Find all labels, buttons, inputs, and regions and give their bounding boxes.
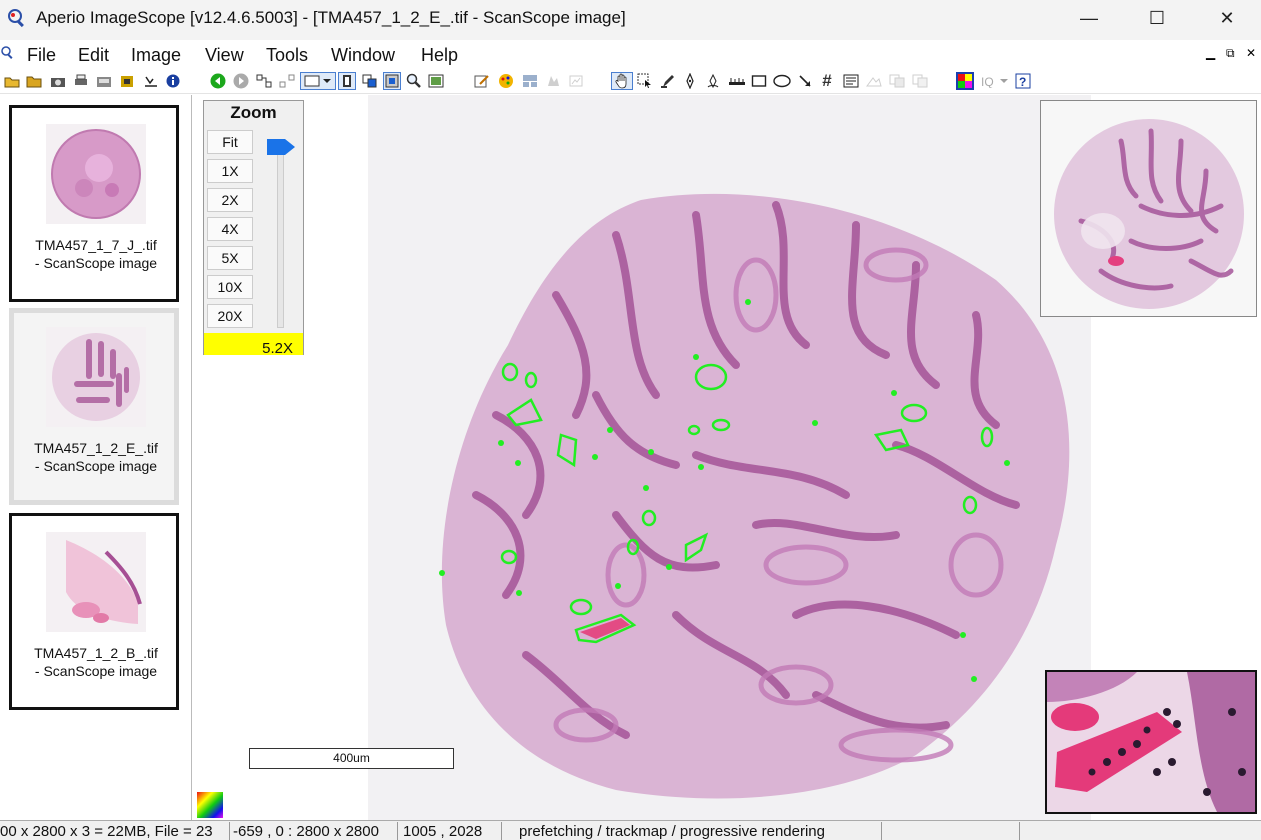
link-icon[interactable] (255, 72, 273, 90)
thumbnail-image-1 (46, 124, 146, 224)
minimize-icon: — (1080, 7, 1098, 28)
status-view-region: -659 , 0 : 2800 x 2800 (230, 822, 398, 840)
overview-panel[interactable] (1040, 100, 1257, 317)
iq-icon[interactable]: IQ (980, 72, 1010, 90)
palette-icon[interactable] (497, 72, 515, 90)
disabled-icon-5 (911, 72, 929, 90)
grid-icon[interactable] (521, 72, 539, 90)
menu-bar: File Edit Image View Tools Window Help ▁… (0, 40, 1261, 70)
zoom-20x-button[interactable]: 20X (207, 304, 253, 328)
unlink-icon[interactable] (278, 72, 296, 90)
zoom-panel: Zoom Fit 1X 2X 4X 5X 10X 20X 5.2X (203, 100, 304, 355)
title-bar: Aperio ImageScope [v12.4.6.5003] - [TMA4… (0, 0, 1261, 40)
thumbnail-label-2: TMA457_1_2_E_.tif - ScanScope image (34, 440, 158, 474)
maximize-icon: ☐ (1148, 7, 1166, 28)
zoom-1x-button[interactable]: 1X (207, 159, 253, 183)
menu-image[interactable]: Image (131, 45, 181, 66)
magnifier-image (1047, 672, 1255, 812)
tile-icon[interactable] (361, 72, 379, 90)
select-region-icon[interactable] (300, 72, 336, 90)
forward-icon[interactable] (232, 72, 250, 90)
view-icon[interactable] (427, 72, 445, 90)
arrow-icon[interactable] (796, 72, 814, 90)
zoom-title: Zoom (230, 103, 277, 122)
camera-icon[interactable] (49, 72, 67, 90)
zoom-2x-button[interactable]: 2X (207, 188, 253, 212)
status-rendering-state: prefetching / trackmap / progressive ren… (502, 822, 882, 840)
info-icon[interactable] (164, 72, 182, 90)
print-icon[interactable] (72, 72, 90, 90)
thumbnail-label-3: TMA457_1_2_B_.tif - ScanScope image (34, 645, 158, 679)
application-window: Aperio ImageScope [v12.4.6.5003] - [TMA4… (0, 0, 1261, 840)
copy-view-icon[interactable] (383, 72, 401, 90)
maximize-button[interactable]: ☐ (1122, 0, 1192, 36)
help-icon[interactable]: ? (1014, 72, 1032, 90)
disabled-icon-2 (567, 72, 585, 90)
zoom-slider-thumb[interactable] (267, 139, 295, 155)
zoom-fit-button[interactable]: Fit (207, 130, 253, 154)
close-button[interactable]: ✕ (1192, 0, 1261, 36)
disabled-icon-3 (865, 72, 883, 90)
open-icon[interactable] (3, 72, 21, 90)
scale-bar: 400um (249, 748, 454, 769)
ellipse-icon[interactable] (773, 72, 791, 90)
mdi-restore-button[interactable]: ⧉ (1226, 46, 1235, 61)
menu-window[interactable]: Window (331, 45, 395, 66)
settings-icon[interactable] (118, 72, 136, 90)
back-icon[interactable] (209, 72, 227, 90)
zoom-level-indicator: 5.2X (204, 333, 303, 355)
close-icon: ✕ (1219, 7, 1235, 28)
mdi-close-button[interactable]: ✕ (1246, 46, 1256, 60)
status-empty-cell (882, 822, 1020, 840)
zoom-5x-button[interactable]: 5X (207, 246, 253, 270)
zoom-icon[interactable] (405, 72, 423, 90)
pan-icon[interactable] (611, 72, 633, 90)
status-bar: 00 x 2800 x 3 = 22MB, File = 23 -659 , 0… (0, 820, 1261, 840)
export-icon[interactable] (95, 72, 113, 90)
color-swatch (197, 792, 223, 818)
hash-icon[interactable]: # (818, 71, 836, 90)
disabled-icon-1 (544, 72, 562, 90)
zoom-4x-button[interactable]: 4X (207, 217, 253, 241)
svg-text:IQ: IQ (981, 75, 994, 88)
fullscreen-icon[interactable] (338, 72, 356, 90)
text-icon[interactable] (842, 72, 860, 90)
minimize-button[interactable]: — (1054, 0, 1124, 36)
menu-help[interactable]: Help (421, 45, 458, 66)
zoom-10x-button[interactable]: 10X (207, 275, 253, 299)
edit-icon[interactable] (473, 72, 491, 90)
pen-icon[interactable] (681, 72, 699, 90)
status-cursor-position: 1005 , 2028 (398, 822, 502, 840)
child-app-icon (1, 46, 13, 59)
annotation-icon[interactable] (142, 72, 160, 90)
thumbnail-card-2[interactable]: TMA457_1_2_E_.tif - ScanScope image (9, 308, 179, 505)
svg-text:?: ? (1019, 75, 1026, 89)
disabled-icon-4 (888, 72, 906, 90)
status-image-info: 00 x 2800 x 3 = 22MB, File = 23 (0, 822, 230, 840)
menu-edit[interactable]: Edit (78, 45, 109, 66)
color-icon[interactable] (956, 72, 974, 90)
ruler-icon[interactable] (727, 72, 747, 90)
rectangle-icon[interactable] (750, 72, 768, 90)
menu-view[interactable]: View (205, 45, 244, 66)
thumbnail-label-1: TMA457_1_7_J_.tif - ScanScope image (34, 237, 158, 271)
menu-tools[interactable]: Tools (266, 45, 308, 66)
thumbnail-card-3[interactable]: TMA457_1_2_B_.tif - ScanScope image (9, 513, 179, 710)
magnifier-panel (1045, 670, 1257, 814)
thumbnail-sidebar: TMA457_1_7_J_.tif - ScanScope image TMA45… (0, 95, 192, 820)
thumbnail-image-2 (46, 327, 146, 427)
freehand-icon[interactable] (704, 72, 722, 90)
mdi-minimize-button[interactable]: ▁ (1206, 46, 1215, 60)
thumbnail-card-1[interactable]: TMA457_1_7_J_.tif - ScanScope image (9, 105, 179, 302)
zoom-slider-track[interactable] (277, 146, 284, 328)
window-title: Aperio ImageScope [v12.4.6.5003] - [TMA4… (36, 8, 626, 27)
thumbnail-image-3 (46, 532, 146, 632)
menu-file[interactable]: File (27, 45, 56, 66)
overview-image (1041, 101, 1256, 316)
open-folder-icon[interactable] (25, 72, 43, 90)
select-icon[interactable] (636, 72, 654, 90)
pen-tool-icon[interactable] (659, 72, 677, 90)
app-logo-icon (8, 9, 24, 28)
